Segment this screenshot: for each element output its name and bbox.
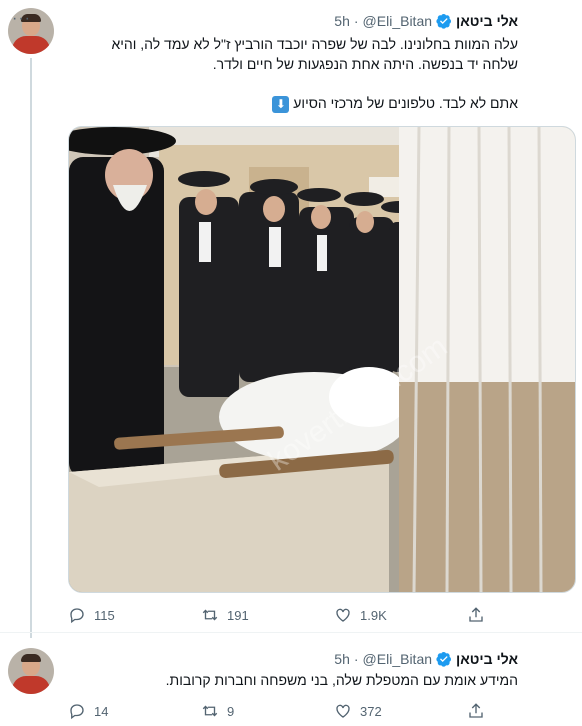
reply-button[interactable]: 115 [68, 606, 201, 624]
tweet-text-line-1: עלה המוות בחלונינו. לבה של שפרה יוכבד הו… [111, 36, 518, 52]
handle[interactable]: @Eli_Bitan [363, 13, 432, 29]
reply-icon [70, 608, 84, 624]
like-count: 1.9K [360, 607, 387, 623]
reply-count: 14 [94, 703, 109, 719]
display-name[interactable]: אלי ביטאן [456, 13, 518, 29]
like-icon [336, 608, 350, 622]
share-button[interactable] [467, 606, 582, 624]
tweet-separator [0, 632, 582, 633]
retweet-count: 9 [227, 703, 235, 719]
verified-badge-icon [436, 652, 452, 667]
retweet-icon [202, 609, 218, 621]
retweet-icon [202, 705, 218, 717]
tweet-actions: 14 9 372 [68, 702, 582, 720]
share-icon [469, 703, 483, 718]
avatar[interactable] [8, 648, 54, 694]
thread-line [30, 58, 32, 638]
photo-scene: kovertiebel.com [69, 127, 575, 592]
support-text: אתם לא לבד. טלפונים של מרכזי הסיוע [293, 95, 518, 111]
like-button[interactable]: 372 [334, 702, 467, 720]
separator-dot: · [353, 13, 359, 29]
like-button[interactable]: 1.9K [334, 606, 467, 624]
more-icon[interactable]: ··· [12, 10, 31, 28]
tweet-header: אלי ביטאן @Eli_Bitan · 5h [334, 650, 518, 668]
retweet-button[interactable]: 191 [201, 606, 334, 624]
reply-button[interactable]: 14 [68, 702, 201, 720]
tweet-1[interactable]: ··· אלי ביטאן @Eli_Bitan · 5h עלה המוות … [0, 0, 582, 638]
tweet-text-line-1: המידע אומת עם המטפלת שלה, בני משפחה וחבר… [165, 672, 518, 688]
tweet-2[interactable]: אלי ביטאן @Eli_Bitan · 5h המידע אומת עם … [0, 640, 582, 726]
tweet-header: אלי ביטאן @Eli_Bitan · 5h [334, 12, 518, 30]
timestamp[interactable]: 5h [334, 13, 350, 29]
like-icon [336, 704, 350, 718]
timestamp[interactable]: 5h [334, 651, 350, 667]
like-count: 372 [360, 703, 382, 719]
tweet-actions: 115 191 1.9K [68, 606, 582, 624]
reply-count: 115 [94, 607, 115, 623]
separator-dot: · [353, 651, 359, 667]
tweet-photo[interactable]: kovertiebel.com [68, 126, 576, 593]
reply-icon [70, 704, 84, 720]
display-name[interactable]: אלי ביטאן [456, 651, 518, 667]
tweet-text-line-2: שלחה יד בנפשה. היתה אחת הנפגעות של חיים … [212, 56, 518, 72]
verified-badge-icon [436, 14, 452, 29]
share-icon [469, 607, 483, 622]
retweet-button[interactable]: 9 [201, 702, 334, 720]
tweet-text-line-3: אתם לא לבד. טלפונים של מרכזי הסיוע ⬇ [268, 93, 518, 113]
retweet-count: 191 [227, 607, 249, 623]
down-arrow-emoji-icon: ⬇ [272, 95, 290, 113]
share-button[interactable] [467, 702, 582, 720]
handle[interactable]: @Eli_Bitan [363, 651, 432, 667]
